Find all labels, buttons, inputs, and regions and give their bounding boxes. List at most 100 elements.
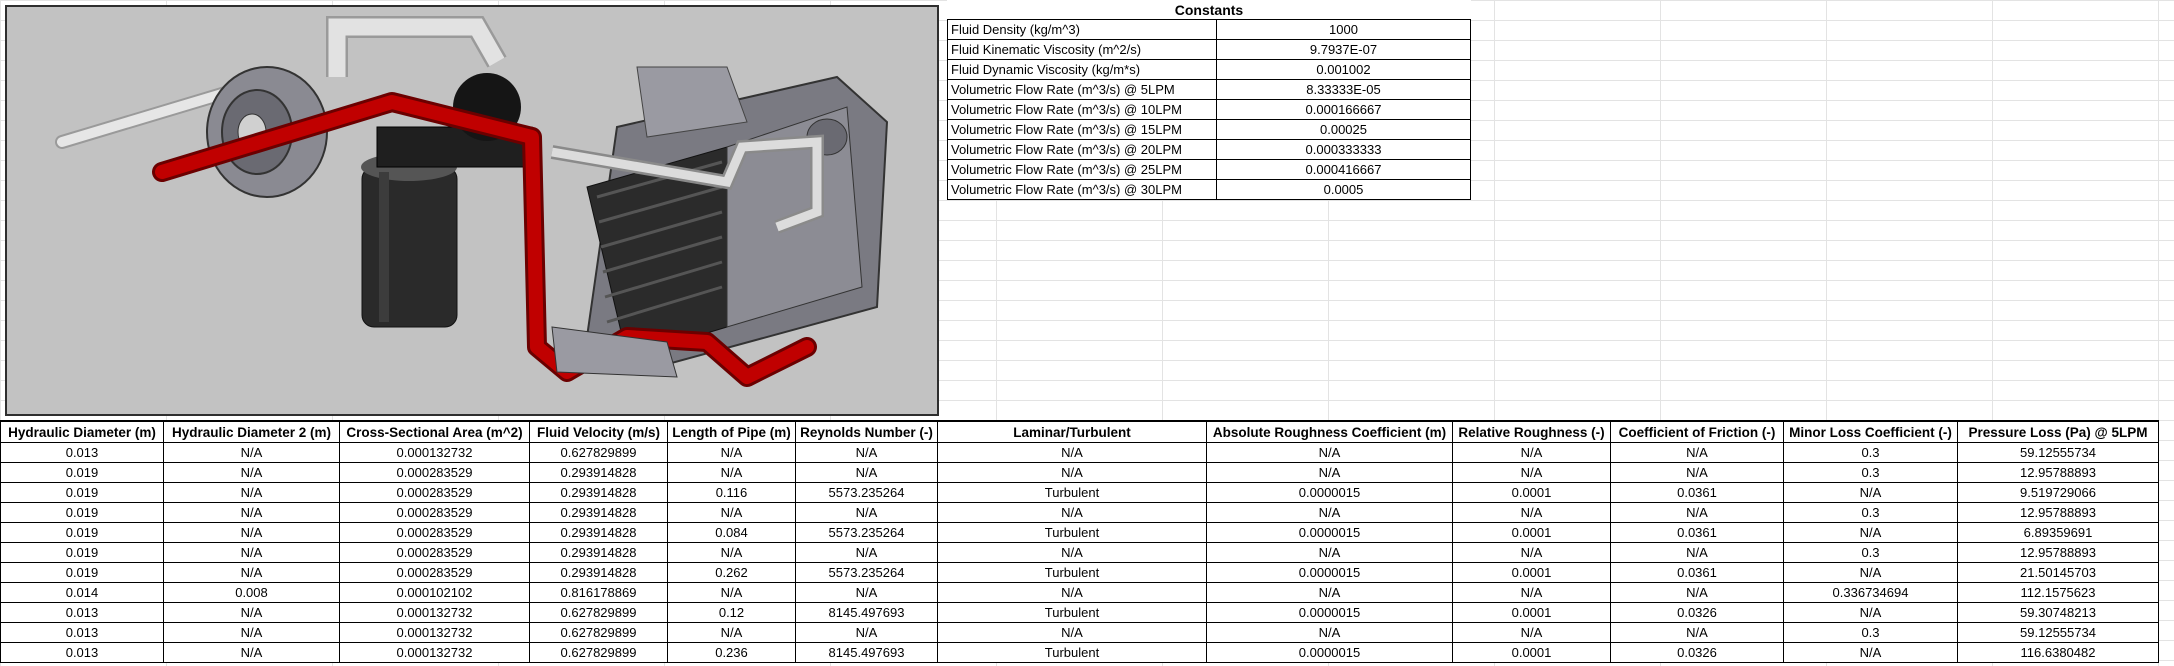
table-cell[interactable]: 0.0000015 — [1206, 482, 1453, 503]
table-cell[interactable]: 0.627829899 — [529, 622, 668, 643]
table-cell[interactable]: 21.50145703 — [1957, 562, 2159, 583]
table-cell[interactable]: 0.000132732 — [339, 642, 530, 663]
table-cell[interactable]: 0.008 — [163, 582, 340, 603]
table-cell[interactable]: 0.013 — [0, 622, 164, 643]
table-cell[interactable]: 0.0326 — [1610, 602, 1784, 623]
table-cell[interactable]: N/A — [1610, 502, 1784, 523]
column-header[interactable]: Length of Pipe (m) — [667, 420, 796, 443]
table-cell[interactable]: N/A — [163, 622, 340, 643]
table-cell[interactable]: 0.000102102 — [339, 582, 530, 603]
table-cell[interactable]: N/A — [795, 582, 938, 603]
table-cell[interactable]: N/A — [937, 582, 1207, 603]
table-cell[interactable]: N/A — [1206, 502, 1453, 523]
table-cell[interactable]: 59.30748213 — [1957, 602, 2159, 623]
table-cell[interactable]: 5573.235264 — [795, 562, 938, 583]
table-cell[interactable]: 0.293914828 — [529, 542, 668, 563]
table-cell[interactable]: N/A — [1206, 462, 1453, 483]
table-cell[interactable]: N/A — [1783, 522, 1958, 543]
table-cell[interactable]: N/A — [937, 462, 1207, 483]
table-cell[interactable]: N/A — [1610, 442, 1784, 463]
constant-label[interactable]: Fluid Density (kg/m^3) — [947, 19, 1217, 40]
table-cell[interactable]: 0.019 — [0, 562, 164, 583]
table-cell[interactable]: N/A — [937, 502, 1207, 523]
table-cell[interactable]: N/A — [1783, 482, 1958, 503]
table-cell[interactable]: 59.12555734 — [1957, 442, 2159, 463]
table-cell[interactable]: 0.019 — [0, 502, 164, 523]
column-header[interactable]: Hydraulic Diameter (m) — [0, 420, 164, 443]
table-cell[interactable]: N/A — [667, 502, 796, 523]
table-cell[interactable]: N/A — [667, 622, 796, 643]
table-cell[interactable]: Turbulent — [937, 522, 1207, 543]
table-cell[interactable]: N/A — [1610, 462, 1784, 483]
column-header[interactable]: Hydraulic Diameter 2 (m) — [163, 420, 340, 443]
constant-value[interactable]: 1000 — [1216, 19, 1471, 40]
table-cell[interactable]: N/A — [1206, 442, 1453, 463]
table-cell[interactable]: 116.6380482 — [1957, 642, 2159, 663]
table-cell[interactable]: 0.3 — [1783, 542, 1958, 563]
table-cell[interactable]: N/A — [795, 542, 938, 563]
table-cell[interactable]: N/A — [937, 622, 1207, 643]
table-cell[interactable]: 0.116 — [667, 482, 796, 503]
constant-value[interactable]: 0.000416667 — [1216, 159, 1471, 180]
table-cell[interactable]: 0.0001 — [1452, 642, 1611, 663]
table-cell[interactable]: 0.014 — [0, 582, 164, 603]
column-header[interactable]: Laminar/Turbulent — [937, 420, 1207, 443]
table-cell[interactable]: 0.013 — [0, 442, 164, 463]
column-header[interactable]: Absolute Roughness Coefficient (m) — [1206, 420, 1453, 443]
table-cell[interactable]: N/A — [667, 442, 796, 463]
table-cell[interactable]: N/A — [667, 582, 796, 603]
table-cell[interactable]: 0.000283529 — [339, 462, 530, 483]
table-cell[interactable]: N/A — [1452, 442, 1611, 463]
table-cell[interactable]: 0.000283529 — [339, 482, 530, 503]
table-cell[interactable]: 0.12 — [667, 602, 796, 623]
table-cell[interactable]: N/A — [667, 462, 796, 483]
table-cell[interactable]: 8145.497693 — [795, 602, 938, 623]
table-cell[interactable]: 0.293914828 — [529, 502, 668, 523]
table-cell[interactable]: 0.0000015 — [1206, 642, 1453, 663]
table-cell[interactable]: 0.3 — [1783, 622, 1958, 643]
table-cell[interactable]: 0.084 — [667, 522, 796, 543]
table-cell[interactable]: N/A — [667, 542, 796, 563]
table-cell[interactable]: N/A — [1783, 602, 1958, 623]
table-cell[interactable]: 8145.497693 — [795, 642, 938, 663]
table-cell[interactable]: 0.0000015 — [1206, 562, 1453, 583]
column-header[interactable]: Minor Loss Coefficient (-) — [1783, 420, 1958, 443]
table-cell[interactable]: N/A — [163, 442, 340, 463]
column-header[interactable]: Relative Roughness (-) — [1452, 420, 1611, 443]
table-cell[interactable]: N/A — [1783, 642, 1958, 663]
table-cell[interactable]: 0.0000015 — [1206, 522, 1453, 543]
constant-label[interactable]: Volumetric Flow Rate (m^3/s) @ 20LPM — [947, 139, 1217, 160]
constant-value[interactable]: 0.001002 — [1216, 59, 1471, 80]
table-cell[interactable]: N/A — [163, 642, 340, 663]
table-cell[interactable]: 0.262 — [667, 562, 796, 583]
table-cell[interactable]: 0.236 — [667, 642, 796, 663]
table-cell[interactable]: 0.0000015 — [1206, 602, 1453, 623]
table-cell[interactable]: 0.000132732 — [339, 622, 530, 643]
table-cell[interactable]: 0.019 — [0, 542, 164, 563]
table-cell[interactable]: N/A — [163, 602, 340, 623]
table-cell[interactable]: 5573.235264 — [795, 482, 938, 503]
column-header[interactable]: Cross-Sectional Area (m^2) — [339, 420, 530, 443]
table-cell[interactable]: 0.3 — [1783, 502, 1958, 523]
table-cell[interactable]: 112.1575623 — [1957, 582, 2159, 603]
table-cell[interactable]: 0.013 — [0, 602, 164, 623]
table-cell[interactable]: 0.627829899 — [529, 442, 668, 463]
table-cell[interactable]: N/A — [795, 462, 938, 483]
constant-label[interactable]: Volumetric Flow Rate (m^3/s) @ 10LPM — [947, 99, 1217, 120]
table-cell[interactable]: N/A — [1452, 582, 1611, 603]
table-cell[interactable]: N/A — [1783, 562, 1958, 583]
table-cell[interactable]: 0.000132732 — [339, 442, 530, 463]
table-cell[interactable]: 5573.235264 — [795, 522, 938, 543]
table-cell[interactable]: N/A — [1452, 622, 1611, 643]
table-cell[interactable]: 0.627829899 — [529, 602, 668, 623]
table-cell[interactable]: N/A — [1610, 582, 1784, 603]
table-cell[interactable]: N/A — [1206, 542, 1453, 563]
table-cell[interactable]: N/A — [1206, 582, 1453, 603]
constant-value[interactable]: 0.0005 — [1216, 179, 1471, 200]
table-cell[interactable]: N/A — [1452, 462, 1611, 483]
table-cell[interactable]: 6.89359691 — [1957, 522, 2159, 543]
constant-label[interactable]: Fluid Dynamic Viscosity (kg/m*s) — [947, 59, 1217, 80]
table-cell[interactable]: 0.0361 — [1610, 562, 1784, 583]
table-cell[interactable]: 0.293914828 — [529, 462, 668, 483]
table-cell[interactable]: 9.519729066 — [1957, 482, 2159, 503]
